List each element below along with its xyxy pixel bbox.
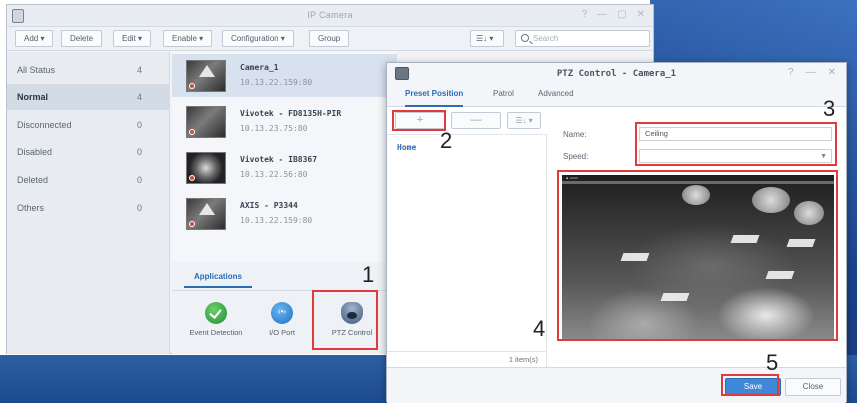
search-input[interactable]: Search bbox=[515, 30, 650, 47]
search-icon bbox=[521, 34, 529, 42]
status-dot-icon bbox=[189, 175, 195, 181]
dialog-window-controls: ? — ✕ bbox=[788, 67, 836, 78]
status-dot-icon bbox=[189, 129, 195, 135]
delete-button[interactable]: Delete bbox=[61, 30, 103, 47]
step-number-2: 2 bbox=[440, 128, 453, 153]
close-icon[interactable]: ✕ bbox=[828, 67, 836, 78]
sidebar-item-label: Disconnected bbox=[17, 120, 72, 130]
sidebar-item-disabled[interactable]: Disabled 0 bbox=[7, 139, 170, 165]
camera-row[interactable]: Camera_1 10.13.22.159:80 bbox=[172, 54, 397, 97]
camera-ip: 10.13.22.159:80 bbox=[240, 78, 313, 87]
event-detection-button[interactable]: Event Detection bbox=[186, 302, 246, 337]
window-titlebar: IP Camera ? — ▢ ✕ bbox=[7, 5, 653, 27]
camera-row[interactable]: Vivotek - FD8135H-PIR 10.13.23.75:80 bbox=[172, 100, 397, 143]
sidebar-item-label: All Status bbox=[17, 65, 56, 75]
sidebar-item-deleted[interactable]: Deleted 0 bbox=[7, 167, 170, 193]
camera-ip: 10.13.22.56:80 bbox=[240, 170, 308, 179]
dialog-title: PTZ Control - Camera_1 bbox=[556, 69, 677, 79]
highlight-name-speed bbox=[635, 122, 837, 166]
sidebar-item-count: 4 bbox=[137, 92, 143, 102]
sidebar-item-normal[interactable]: Normal 4 bbox=[7, 84, 170, 110]
highlight-save bbox=[721, 374, 779, 396]
enable-button[interactable]: Enable ▾ bbox=[163, 30, 213, 47]
add-button[interactable]: Add ▾ bbox=[15, 30, 54, 47]
highlight-add-preset bbox=[392, 110, 446, 131]
camera-row[interactable]: AXIS - P3344 10.13.22.159:80 bbox=[172, 192, 397, 235]
main-toolbar: Add ▾ Delete Edit ▾ Enable ▾ Configurati… bbox=[7, 27, 653, 51]
status-dot-icon bbox=[189, 221, 195, 227]
sidebar-item-label: Deleted bbox=[17, 175, 49, 185]
sidebar-item-others[interactable]: Others 0 bbox=[7, 195, 170, 221]
preset-list-footer: 1 item(s) bbox=[387, 351, 547, 367]
camera-row[interactable]: Vivotek - IB8367 10.13.22.56:80 bbox=[172, 146, 397, 189]
sidebar-item-label: Normal bbox=[17, 92, 49, 102]
camera-ip: 10.13.23.75:80 bbox=[240, 124, 308, 133]
minimize-icon[interactable]: — bbox=[806, 67, 816, 78]
sidebar-item-label: Disabled bbox=[17, 147, 53, 157]
camera-thumbnail bbox=[186, 152, 226, 184]
camera-name: Vivotek - IB8367 bbox=[240, 155, 318, 164]
camera-thumbnail bbox=[186, 60, 226, 92]
event-detection-icon bbox=[205, 302, 227, 324]
highlight-ptz-control bbox=[312, 290, 378, 350]
tab-preset-position[interactable]: Preset Position bbox=[405, 89, 464, 107]
sidebar-item-count: 0 bbox=[137, 175, 143, 185]
sidebar-item-label: Others bbox=[17, 203, 45, 213]
step-number-1: 1 bbox=[362, 262, 375, 287]
io-port-button[interactable]: I/O Port bbox=[252, 302, 312, 337]
help-icon[interactable]: ? bbox=[582, 9, 588, 20]
maximize-icon[interactable]: ▢ bbox=[617, 9, 626, 20]
window-controls: ? — ▢ ✕ bbox=[582, 9, 645, 20]
close-icon[interactable]: ✕ bbox=[637, 9, 645, 20]
dialog-tabs: Preset Position Patrol Advanced bbox=[387, 85, 846, 107]
sidebar-item-all-status[interactable]: All Status 4 bbox=[7, 57, 170, 83]
help-icon[interactable]: ? bbox=[788, 67, 794, 78]
configuration-button[interactable]: Configuration ▾ bbox=[222, 30, 294, 47]
app-label: I/O Port bbox=[269, 328, 295, 337]
sidebar-item-disconnected[interactable]: Disconnected 0 bbox=[7, 112, 170, 138]
highlight-live-view bbox=[557, 170, 838, 341]
minimize-icon[interactable]: — bbox=[597, 9, 607, 20]
status-sidebar: All Status 4 Normal 4 Disconnected 0 Dis… bbox=[7, 52, 170, 354]
list-item[interactable]: Home bbox=[397, 143, 416, 152]
search-placeholder: Search bbox=[533, 34, 559, 43]
remove-preset-button[interactable]: — bbox=[451, 112, 501, 129]
tab-patrol[interactable]: Patrol bbox=[493, 89, 514, 107]
view-mode-button[interactable]: ☰↓ ▾ bbox=[470, 30, 504, 47]
sidebar-item-count: 0 bbox=[137, 147, 143, 157]
speed-label: Speed: bbox=[563, 152, 589, 161]
camera-thumbnail bbox=[186, 106, 226, 138]
dialog-titlebar: PTZ Control - Camera_1 ? — ✕ bbox=[387, 63, 846, 85]
app-label: Event Detection bbox=[189, 328, 243, 337]
sidebar-item-count: 0 bbox=[137, 120, 143, 130]
status-dot-icon bbox=[189, 83, 195, 89]
name-label: Name: bbox=[563, 130, 587, 139]
io-port-icon bbox=[271, 302, 293, 324]
camera-ip: 10.13.22.159:80 bbox=[240, 216, 313, 225]
preset-list: Home bbox=[387, 135, 547, 351]
tab-advanced[interactable]: Advanced bbox=[538, 89, 574, 107]
window-title: IP Camera bbox=[307, 10, 353, 20]
step-number-4: 4 bbox=[533, 316, 546, 341]
sidebar-item-count: 4 bbox=[137, 65, 143, 75]
camera-thumbnail bbox=[186, 198, 226, 230]
edit-button[interactable]: Edit ▾ bbox=[113, 30, 152, 47]
step-number-5: 5 bbox=[766, 350, 779, 375]
sidebar-item-count: 0 bbox=[137, 203, 143, 213]
camera-name: Vivotek - FD8135H-PIR bbox=[240, 109, 342, 118]
item-count: 1 item(s) bbox=[508, 355, 538, 364]
group-button[interactable]: Group bbox=[309, 30, 350, 47]
camera-name: AXIS - P3344 bbox=[240, 201, 298, 210]
preset-view-button[interactable]: ☰↓ ▾ bbox=[507, 112, 541, 129]
step-number-3: 3 bbox=[823, 96, 836, 121]
camera-name: Camera_1 bbox=[240, 63, 279, 72]
close-button[interactable]: Close bbox=[785, 378, 841, 396]
tab-applications[interactable]: Applications bbox=[184, 268, 253, 288]
camera-list: Camera_1 10.13.22.159:80 Vivotek - FD813… bbox=[172, 52, 397, 262]
